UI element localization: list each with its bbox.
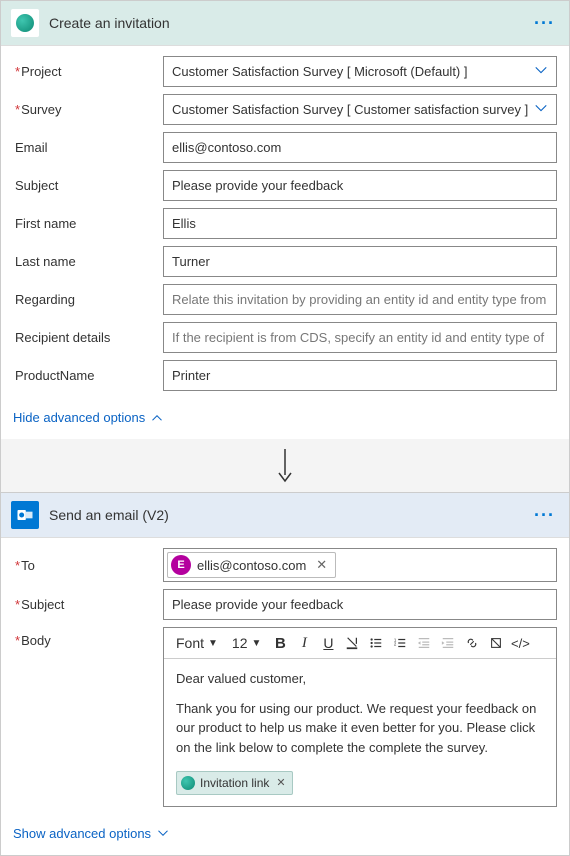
editor-content[interactable]: Dear valued customer, Thank you for usin…: [164, 659, 556, 806]
label-lastname: Last name: [13, 254, 163, 269]
invitation-card-header: Create an invitation ···: [1, 1, 569, 46]
hide-advanced-link[interactable]: Hide advanced options: [13, 410, 163, 425]
row-email-subject: *Subject: [13, 589, 557, 620]
row-productname: ProductName: [13, 360, 557, 391]
project-select[interactable]: Customer Satisfaction Survey [ Microsoft…: [163, 56, 557, 87]
label-recipient-details: Recipient details: [13, 330, 163, 345]
regarding-input[interactable]: [163, 284, 557, 315]
customer-voice-icon: [11, 9, 39, 37]
invitation-menu-button[interactable]: ···: [530, 13, 559, 34]
italic-button[interactable]: I: [293, 632, 315, 654]
show-advanced-link[interactable]: Show advanced options: [13, 826, 169, 841]
row-firstname: First name: [13, 208, 557, 239]
bold-button[interactable]: B: [269, 632, 291, 654]
bullet-list-button[interactable]: [365, 632, 387, 654]
svg-text:2: 2: [394, 642, 397, 647]
label-regarding: Regarding: [13, 292, 163, 307]
rich-text-editor: Font ▼ 12 ▼ B I U 12 </>: [163, 627, 557, 807]
chevron-up-icon: [151, 412, 163, 424]
underline-button[interactable]: U: [317, 632, 339, 654]
email-title: Send an email (V2): [49, 507, 530, 523]
label-body: *Body: [13, 627, 163, 648]
label-productname: ProductName: [13, 368, 163, 383]
indent-button[interactable]: [437, 632, 459, 654]
email-menu-button[interactable]: ···: [530, 505, 559, 526]
numbered-list-button[interactable]: 12: [389, 632, 411, 654]
to-field[interactable]: E ellis@contoso.com ✕: [163, 548, 557, 582]
customer-voice-icon: [181, 776, 195, 790]
productname-input[interactable]: [163, 360, 557, 391]
recipient-details-input[interactable]: [163, 322, 557, 353]
editor-toolbar: Font ▼ 12 ▼ B I U 12 </>: [164, 628, 556, 659]
label-subject: Subject: [13, 178, 163, 193]
lastname-input[interactable]: [163, 246, 557, 277]
chevron-down-icon: [157, 827, 169, 839]
label-to: *To: [13, 558, 163, 573]
avatar: E: [171, 555, 191, 575]
row-subject: Subject: [13, 170, 557, 201]
email-input[interactable]: [163, 132, 557, 163]
label-email: Email: [13, 140, 163, 155]
email-body: *To E ellis@contoso.com ✕ *Subject *Body: [1, 538, 569, 820]
label-email-subject: *Subject: [13, 597, 163, 612]
color-button[interactable]: [341, 632, 363, 654]
dynamic-token-invitation-link[interactable]: Invitation link ✕: [176, 771, 293, 795]
body-greeting: Dear valued customer,: [176, 669, 544, 689]
invitation-title: Create an invitation: [49, 15, 530, 31]
row-lastname: Last name: [13, 246, 557, 277]
link-button[interactable]: [461, 632, 483, 654]
code-view-button[interactable]: </>: [509, 632, 531, 654]
row-survey: *Survey Customer Satisfaction Survey [ C…: [13, 94, 557, 125]
outlook-icon: [11, 501, 39, 529]
survey-select[interactable]: Customer Satisfaction Survey [ Customer …: [163, 94, 557, 125]
invitation-advanced-row: Hide advanced options: [1, 404, 569, 439]
remove-recipient-icon[interactable]: ✕: [316, 557, 327, 573]
outdent-button[interactable]: [413, 632, 435, 654]
email-subject-input[interactable]: [163, 589, 557, 620]
row-project: *Project Customer Satisfaction Survey [ …: [13, 56, 557, 87]
row-regarding: Regarding: [13, 284, 557, 315]
email-card-header: Send an email (V2) ···: [1, 492, 569, 538]
email-advanced-row: Show advanced options: [1, 820, 569, 855]
font-size-select[interactable]: 12 ▼: [226, 633, 267, 653]
flow-arrow: [1, 439, 569, 492]
label-project: *Project: [13, 64, 163, 79]
row-body: *Body Font ▼ 12 ▼ B I U 12: [13, 627, 557, 807]
subject-input[interactable]: [163, 170, 557, 201]
remove-token-icon[interactable]: ✕: [276, 775, 285, 792]
body-paragraph: Thank you for using our product. We requ…: [176, 699, 544, 758]
chevron-down-icon: [534, 101, 548, 118]
recipient-email: ellis@contoso.com: [197, 558, 306, 573]
chevron-down-icon: [534, 63, 548, 80]
row-email: Email: [13, 132, 557, 163]
label-firstname: First name: [13, 216, 163, 231]
recipient-tag[interactable]: E ellis@contoso.com ✕: [167, 552, 336, 578]
invitation-body: *Project Customer Satisfaction Survey [ …: [1, 46, 569, 404]
row-recipient-details: Recipient details: [13, 322, 557, 353]
clear-format-button[interactable]: [485, 632, 507, 654]
font-family-select[interactable]: Font ▼: [170, 633, 224, 653]
row-to: *To E ellis@contoso.com ✕: [13, 548, 557, 582]
label-survey: *Survey: [13, 102, 163, 117]
firstname-input[interactable]: [163, 208, 557, 239]
